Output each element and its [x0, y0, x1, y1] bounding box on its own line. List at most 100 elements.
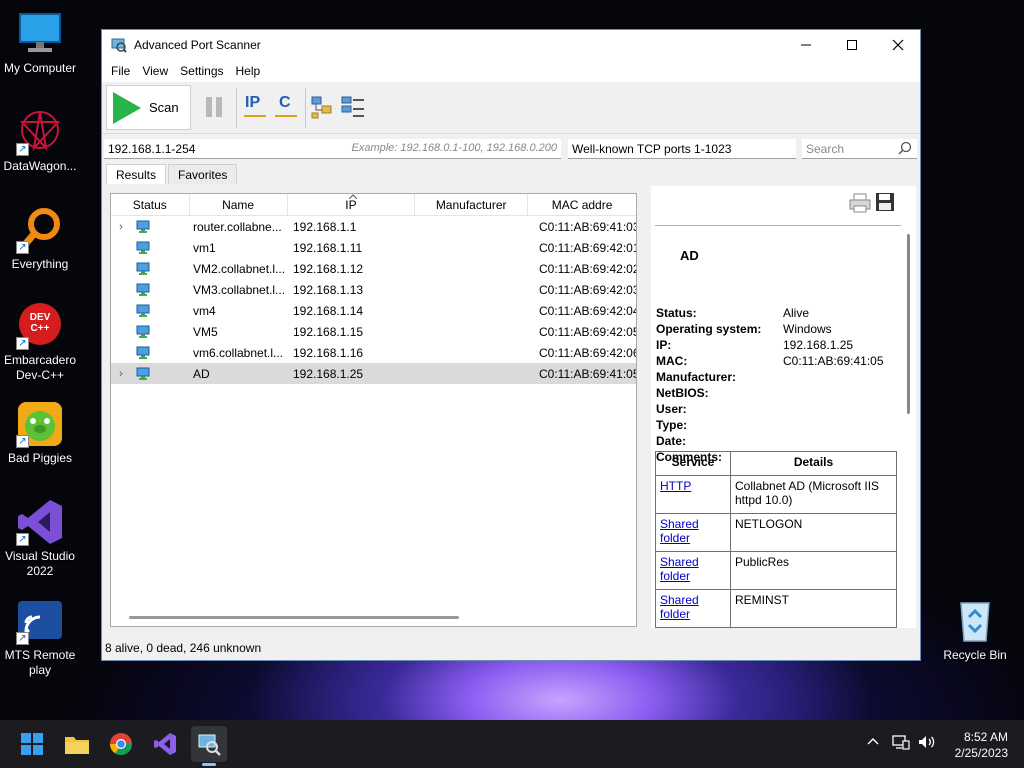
pause-button[interactable] [202, 94, 228, 120]
visual-studio-icon: ↗ [16, 498, 64, 546]
col-manufacturer[interactable]: Manufacturer [415, 194, 529, 215]
desktop-icon-mts-remote[interactable]: ↗ MTS Remote play [0, 597, 80, 678]
service-link[interactable]: HTTP [660, 479, 691, 493]
start-button[interactable] [14, 726, 50, 762]
row-name: VM2.collabnet.l... [193, 261, 286, 276]
maximize-button[interactable] [829, 30, 875, 60]
row-ip: 192.168.1.11 [293, 240, 363, 255]
table-row[interactable]: vm6.collabnet.l... 192.168.1.16 C0:11:AB:6… [111, 342, 636, 363]
taskbar-port-scanner[interactable] [191, 726, 227, 762]
minimize-icon [801, 44, 811, 46]
taskbar-file-explorer[interactable] [59, 726, 95, 762]
minimize-button[interactable] [783, 30, 829, 60]
detail-key: Operating system: [656, 322, 762, 336]
menu-view[interactable]: View [136, 64, 174, 78]
details-pane: AD Status: Alive Operating system: Windows I… [651, 186, 916, 628]
search-icon [898, 141, 912, 155]
desktop-icon-recycle-bin[interactable]: Recycle Bin [935, 597, 1015, 663]
service-link[interactable]: Shared folder [660, 517, 699, 545]
horizontal-scrollbar[interactable] [129, 616, 459, 619]
table-row[interactable]: › router.collabne... 192.168.1.1 C0:11:AB:6… [111, 216, 636, 237]
ip-button[interactable]: IP [242, 94, 268, 120]
magnifier-icon: ↗ [16, 206, 64, 254]
expand-all-button[interactable] [310, 94, 336, 120]
c-button[interactable]: C [273, 94, 299, 120]
service-link[interactable]: Shared folder [660, 555, 699, 583]
detail-key: IP: [656, 338, 672, 352]
service-link[interactable]: Shared folder [660, 593, 699, 621]
ip-range-value: 192.168.1.1-254 [108, 142, 196, 156]
row-mac: C0:11:AB:69:41:03 [539, 219, 637, 234]
computer-status-icon [136, 262, 150, 275]
port-scanner-app-icon [198, 734, 221, 756]
details-host-name: AD [680, 248, 699, 263]
table-row[interactable]: VM3.collabnet.l... 192.168.1.13 C0:11:AB:6… [111, 279, 636, 300]
table-row[interactable]: VM2.collabnet.l... 192.168.1.12 C0:11:AB:6… [111, 258, 636, 279]
tab-favorites[interactable]: Favorites [168, 164, 238, 184]
windows-logo-icon [21, 733, 43, 755]
datawagon-icon: ↗ [16, 108, 64, 156]
services-col-details: Details [730, 451, 897, 476]
results-list[interactable]: Status Name IP Manufacturer MAC addre › r… [110, 193, 637, 627]
volume-icon[interactable] [917, 734, 937, 753]
col-name[interactable]: Name [190, 194, 288, 215]
close-button[interactable] [875, 30, 921, 60]
service-cell: HTTP [655, 475, 731, 514]
scan-button[interactable]: Scan [106, 85, 191, 130]
chevron-right-icon[interactable]: › [111, 368, 131, 380]
computer-status-icon [136, 325, 150, 338]
menu-file[interactable]: File [105, 64, 136, 78]
tab-results[interactable]: Results [106, 164, 167, 184]
title-bar[interactable]: Advanced Port Scanner [102, 30, 920, 60]
table-row[interactable]: vm1 192.168.1.11 C0:11:AB:69:42:01 [111, 237, 636, 258]
active-app-indicator [202, 763, 216, 766]
desktop-icon-bad-piggies[interactable]: ↗ Bad Piggies [0, 400, 80, 466]
save-button[interactable] [875, 192, 895, 212]
service-link-line2: folder [660, 607, 691, 621]
service-detail: REMINST [730, 589, 897, 628]
details-scrollbar[interactable] [907, 234, 910, 414]
floppy-save-icon [876, 193, 894, 211]
detail-key: User: [656, 402, 687, 416]
ip-range-input[interactable]: 192.168.1.1-254 Example: 192.168.0.1-100… [104, 139, 561, 159]
shortcut-arrow-icon: ↗ [16, 143, 29, 156]
system-clock[interactable]: 8:52 AM 2/25/2023 [955, 729, 1008, 761]
app-window: Advanced Port Scanner File View Settings… [101, 29, 921, 661]
chevron-right-icon[interactable]: › [111, 221, 131, 233]
menu-help[interactable]: Help [230, 64, 267, 78]
shortcut-arrow-icon: ↗ [16, 241, 29, 254]
port-scanner-app-icon [111, 37, 127, 53]
tray-chevron-up-icon[interactable] [866, 734, 880, 751]
col-mac[interactable]: MAC addre [528, 194, 636, 215]
print-button[interactable] [849, 193, 871, 213]
list-rows: › router.collabne... 192.168.1.1 C0:11:AB:6… [111, 216, 636, 384]
service-link-line2: folder [660, 569, 691, 583]
taskbar-chrome[interactable] [103, 726, 139, 762]
search-input[interactable]: Search [802, 139, 917, 159]
taskbar-visual-studio[interactable] [147, 726, 183, 762]
desktop-icon-everything[interactable]: ↗ Everything [0, 206, 80, 272]
detail-field: MAC: C0:11:AB:69:41:05 [656, 354, 884, 368]
services-table: Service Details HTTP Collabnet AD (Micros… [655, 451, 897, 628]
desktop-icon-visual-studio[interactable]: ↗ Visual Studio 2022 [0, 498, 80, 579]
desktop-icon-label-line1: Visual Studio [5, 549, 75, 563]
services-col-service: Service [655, 451, 731, 476]
desktop-icon-devcpp[interactable]: DEV C++ ↗ Embarcadero Dev-C++ [0, 302, 80, 383]
clock-date: 2/25/2023 [954, 746, 1008, 760]
desktop-icon-datawagon[interactable]: ↗ DataWagon... [0, 108, 80, 174]
table-row[interactable]: › AD 192.168.1.25 C0:11:AB:69:41:05 [111, 363, 636, 384]
col-ip[interactable]: IP [288, 194, 416, 215]
computer-status-icon [136, 283, 150, 296]
table-row[interactable]: VM5 192.168.1.15 C0:11:AB:69:42:05 [111, 321, 636, 342]
desktop-icon-label: My Computer [3, 61, 77, 75]
detail-value: C0:11:AB:69:41:05 [783, 354, 884, 368]
collapse-all-button[interactable] [340, 94, 366, 120]
col-status[interactable]: Status [111, 194, 190, 215]
menu-settings[interactable]: Settings [174, 64, 229, 78]
pause-icon [206, 97, 222, 117]
ports-dropdown[interactable]: Well-known TCP ports 1-1023 [568, 139, 796, 159]
table-row[interactable]: vm4 192.168.1.14 C0:11:AB:69:42:04 [111, 300, 636, 321]
desktop-icon-my-computer[interactable]: My Computer [0, 10, 80, 76]
network-icon[interactable] [892, 734, 910, 753]
computer-status-icon [136, 367, 150, 380]
